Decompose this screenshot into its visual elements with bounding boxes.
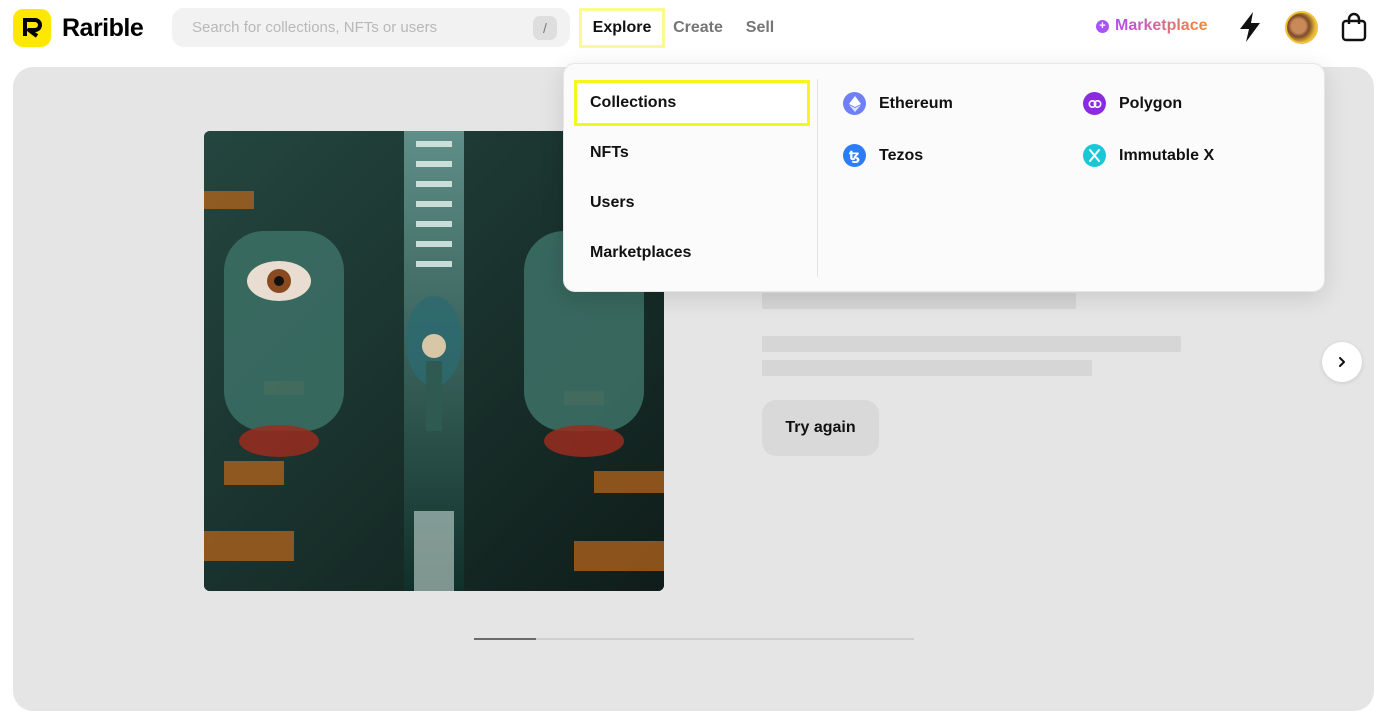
ethereum-icon: [843, 92, 866, 115]
chain-label: Immutable X: [1119, 146, 1215, 164]
chain-polygon[interactable]: Polygon: [1083, 92, 1182, 115]
avatar[interactable]: [1285, 11, 1318, 44]
rarible-logo[interactable]: Rarible: [13, 9, 144, 47]
immutable-x-icon: [1083, 144, 1106, 167]
try-again-button[interactable]: Try again: [762, 400, 879, 456]
explore-dropdown: Collections NFTs Users Marketplaces Ethe…: [563, 63, 1325, 292]
menu-item-marketplaces[interactable]: Marketplaces: [574, 230, 810, 276]
chain-tezos[interactable]: ꜩ Tezos: [843, 144, 923, 167]
chain-ethereum[interactable]: Ethereum: [843, 92, 953, 115]
chain-immutable-x[interactable]: Immutable X: [1083, 144, 1214, 167]
tezos-icon: ꜩ: [843, 144, 866, 167]
menu-item-users[interactable]: Users: [574, 180, 810, 226]
top-header: Rarible / Explore Create Sell + Marketpl…: [0, 0, 1387, 56]
rarible-logo-mark: [13, 9, 51, 47]
chevron-right-icon: [1339, 357, 1345, 367]
menu-item-collections[interactable]: Collections: [574, 80, 810, 126]
shopping-bag-icon[interactable]: [1340, 12, 1368, 42]
search-input[interactable]: [192, 8, 522, 47]
nav-sell[interactable]: Sell: [740, 8, 780, 48]
nav-explore[interactable]: Explore: [579, 8, 665, 48]
skeleton-line: [762, 293, 1076, 309]
nav-create[interactable]: Create: [668, 8, 728, 48]
search-shortcut-badge: /: [533, 16, 557, 40]
search-bar[interactable]: /: [172, 8, 570, 47]
polygon-icon: [1083, 92, 1106, 115]
marketplace-link[interactable]: + Marketplace: [1096, 17, 1208, 35]
skeleton-line: [762, 360, 1092, 376]
carousel-next-button[interactable]: [1322, 342, 1362, 382]
carousel-progress: [474, 638, 914, 640]
chain-label: Ethereum: [879, 94, 953, 112]
chain-label: Tezos: [879, 146, 924, 164]
carousel-progress-fill: [474, 638, 536, 640]
bolt-icon[interactable]: [1236, 11, 1264, 43]
plus-circle-icon: +: [1096, 19, 1109, 33]
marketplace-label: Marketplace: [1115, 17, 1208, 34]
chain-label: Polygon: [1119, 94, 1183, 112]
menu-item-nfts[interactable]: NFTs: [574, 130, 810, 176]
menu-divider: [817, 79, 818, 277]
brand-name: Rarible: [62, 13, 144, 42]
skeleton-line: [762, 336, 1181, 352]
